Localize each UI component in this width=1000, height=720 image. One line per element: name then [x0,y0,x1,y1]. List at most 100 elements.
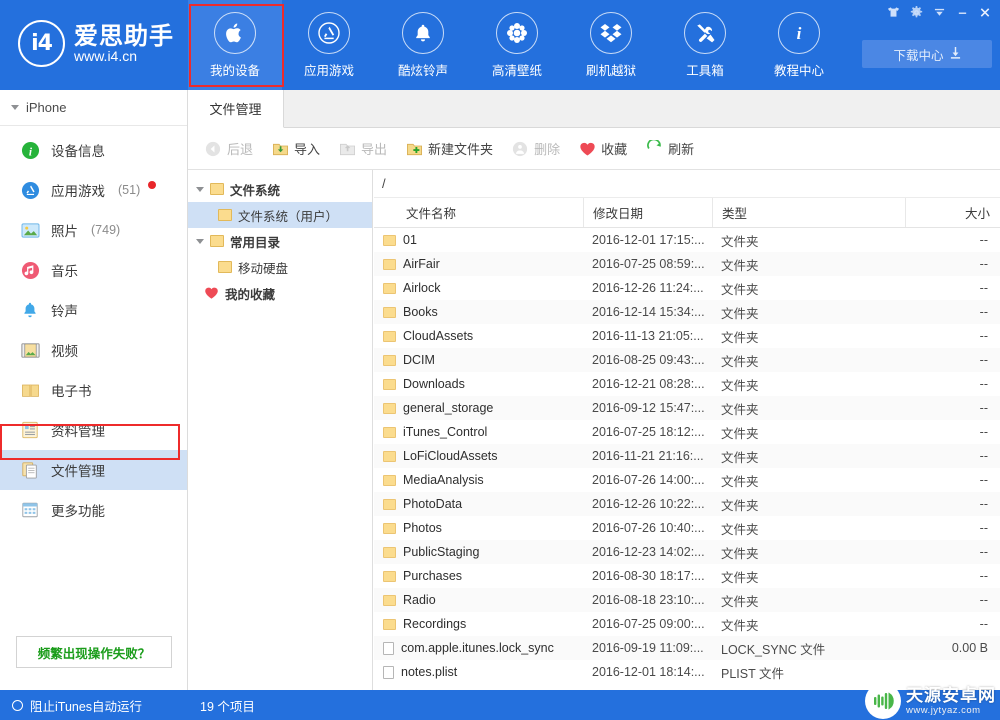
column-label: 类型 [722,207,748,221]
path-bar[interactable]: / [374,170,1000,198]
sidebar-item-apps-games[interactable]: 应用游戏 (51) [0,170,187,210]
file-name: Recordings [403,617,467,631]
nav-tab-toolbox[interactable]: 工具箱 [658,0,752,90]
sidebar-item-music[interactable]: 音乐 [0,250,187,290]
table-row[interactable]: notes.plist 2016-12-01 18:14:... PLIST 文件 [374,660,1000,684]
sidebar-items: i 设备信息 应用游戏 (51) 照片 (749) 音乐 铃声 视频 电子书 资… [0,126,187,530]
table-row[interactable]: MediaAnalysis 2016-07-26 14:00:... 文件夹 -- [374,468,1000,492]
column-header-size[interactable]: 大小 [905,198,1000,227]
column-header-name[interactable]: 文件名称 [374,198,583,227]
table-row[interactable]: 01 2016-12-01 17:15:... 文件夹 -- [374,228,1000,252]
sidebar-item-photos[interactable]: 照片 (749) [0,210,187,250]
nav-tab-flash-jailbreak[interactable]: 刷机越狱 [564,0,658,90]
close-icon[interactable] [974,2,996,22]
table-row[interactable]: PhotoData 2016-12-26 10:22:... 文件夹 -- [374,492,1000,516]
folder-icon [218,209,232,221]
file-type-cell: 文件夹 [721,330,759,345]
sidebar-item-videos[interactable]: 视频 [0,330,187,370]
file-date-cell: 2016-09-12 15:47:... [592,401,705,415]
table-row[interactable]: com.apple.itunes.lock_sync 2016-09-19 11:… [374,636,1000,660]
folder-icon [210,183,224,195]
file-type-cell: 文件夹 [721,498,759,513]
app-header: i4 爱思助手 www.i4.cn 我的设备 应用游戏 酷炫铃声 高清壁纸 刷机… [0,0,1000,90]
file-name-cell: DCIM [374,353,583,367]
tree-node-removable-disk[interactable]: 移动硬盘 [188,254,372,280]
file-name-cell: AirFair [374,257,583,271]
table-row[interactable]: AirFair 2016-07-25 08:59:... 文件夹 -- [374,252,1000,276]
tree-node-common-dirs[interactable]: 常用目录 [188,228,372,254]
sidebar-item-data-manage[interactable]: 资料管理 [0,410,187,450]
file-name: general_storage [403,401,494,415]
sidebar-item-ebooks[interactable]: 电子书 [0,370,187,410]
nav-tab-my-device[interactable]: 我的设备 [188,0,282,90]
file-size-cell: -- [979,593,988,607]
table-row[interactable]: Purchases 2016-08-30 18:17:... 文件夹 -- [374,564,1000,588]
file-type-cell: LOCK_SYNC 文件 [721,642,826,657]
table-row[interactable]: Photos 2016-07-26 10:40:... 文件夹 -- [374,516,1000,540]
tree-node-file-system-user[interactable]: 文件系统（用户） [188,202,372,228]
folder-icon [383,306,396,318]
table-row[interactable]: Airlock 2016-12-26 11:24:... 文件夹 -- [374,276,1000,300]
nav-tab-ringtones[interactable]: 酷炫铃声 [376,0,470,90]
file-date-cell: 2016-07-26 14:00:... [592,473,705,487]
file-name: Airlock [403,281,441,295]
tree-node-my-favorites[interactable]: 我的收藏 [188,280,372,306]
file-date-cell: 2016-07-25 08:59:... [592,257,705,271]
block-itunes-toggle[interactable]: 阻止iTunes自动运行 [0,690,188,720]
sidebar-item-file-manage[interactable]: 文件管理 [0,450,187,490]
sidebar-device-header[interactable]: iPhone [0,90,187,126]
file-name: Photos [403,521,442,535]
tab-file-manage[interactable]: 文件管理 [188,90,284,128]
file-name-cell: Recordings [374,617,583,631]
help-operation-failed-button[interactable]: 频繁出现操作失败？ [16,636,172,668]
nav-tab-wallpapers[interactable]: 高清壁纸 [470,0,564,90]
nav-tab-apps-games[interactable]: 应用游戏 [282,0,376,90]
file-type-cell: PLIST 文件 [721,666,784,681]
table-row[interactable]: Downloads 2016-12-21 08:28:... 文件夹 -- [374,372,1000,396]
minimize-icon[interactable] [951,2,973,22]
back-button[interactable]: 后退 [204,139,253,158]
nav-tab-label: 应用游戏 [303,63,354,78]
new-folder-button[interactable]: 新建文件夹 [405,139,493,158]
sidebar-item-ringtones[interactable]: 铃声 [0,290,187,330]
table-row[interactable]: iTunes_Control 2016-07-25 18:12:... 文件夹 -- [374,420,1000,444]
favorite-button[interactable]: 收藏 [578,139,627,158]
menu-chevron-icon[interactable] [928,2,950,22]
file-name: iTunes_Control [403,425,488,439]
sidebar-item-more-features[interactable]: 更多功能 [0,490,187,530]
file-date-cell: 2016-09-19 11:09:... [592,641,704,655]
table-row[interactable]: Radio 2016-08-18 23:10:... 文件夹 -- [374,588,1000,612]
table-row[interactable]: Books 2016-12-14 15:34:... 文件夹 -- [374,300,1000,324]
skin-icon[interactable] [882,2,904,22]
photo-icon [19,219,41,241]
back-label: 后退 [227,142,254,157]
refresh-button[interactable]: 刷新 [645,139,694,158]
block-itunes-label: 阻止iTunes自动运行 [30,699,143,714]
table-row[interactable]: Recordings 2016-07-25 09:00:... 文件夹 -- [374,612,1000,636]
bell-icon [402,11,444,54]
table-row[interactable]: LoFiCloudAssets 2016-11-21 21:16:... 文件夹 -- [374,444,1000,468]
music-icon [19,259,41,281]
file-date-cell: 2016-12-01 18:14:... [592,665,705,679]
tree-node-file-system[interactable]: 文件系统 [188,176,372,202]
sidebar-item-label: 电子书 [51,384,92,399]
export-button[interactable]: 导出 [338,139,387,158]
nav-tab-tutorials[interactable]: i 教程中心 [752,0,846,90]
column-header-type[interactable]: 类型 [712,198,905,227]
table-row[interactable]: CloudAssets 2016-11-13 21:05:... 文件夹 -- [374,324,1000,348]
sidebar-item-count: (749) [91,223,121,237]
delete-button[interactable]: 删除 [511,139,560,158]
table-row[interactable]: PublicStaging 2016-12-23 14:02:... 文件夹 -- [374,540,1000,564]
file-name-cell: 01 [374,233,583,247]
file-name: MediaAnalysis [403,473,484,487]
nav-tab-label: 高清壁纸 [491,63,542,78]
table-row[interactable]: general_storage 2016-09-12 15:47:... 文件夹 -- [374,396,1000,420]
table-row[interactable]: DCIM 2016-08-25 09:43:... 文件夹 -- [374,348,1000,372]
settings-gear-icon[interactable] [905,2,927,22]
file-date-cell: 2016-11-21 21:16:... [592,449,704,463]
column-header-date[interactable]: 修改日期 [583,198,712,227]
sidebar-item-device-info[interactable]: i 设备信息 [0,130,187,170]
import-button[interactable]: 导入 [271,139,320,158]
file-name: notes.plist [401,665,458,679]
download-center-button[interactable]: 下载中心 [862,40,992,68]
